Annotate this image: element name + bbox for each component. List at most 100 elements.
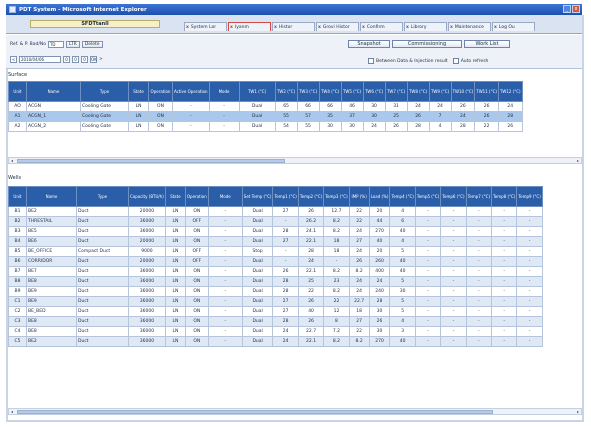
lower-hscrollbar[interactable]: ◂ ▸ [8,408,582,415]
column-header[interactable]: Set Temp (°C) [241,186,274,207]
column-header[interactable]: Type [80,81,129,102]
column-header[interactable]: Temp9 (°C) [516,186,543,207]
column-header[interactable]: Capacity (BTU/h) [128,186,166,207]
tab-close-icon[interactable]: x [230,25,233,30]
column-header[interactable]: TW5 (°C) [340,81,364,102]
column-header[interactable]: TW6 (°C) [362,81,386,102]
column-header[interactable]: TW7 (°C) [384,81,408,102]
table-row[interactable]: C4 BE8 Duct 36000 LN ON - Dual 24 22.7 7.2 22 30 3- - -… [8,326,543,337]
date-spin-1[interactable]: 0 [63,56,70,63]
column-header[interactable]: Active Operation [172,81,210,102]
commissioning-button[interactable]: Commissioning [392,40,462,48]
column-header[interactable]: Type [76,186,129,207]
tab-item[interactable]: x System Lor [184,22,227,31]
column-header[interactable]: Temp4 (°C) [389,186,416,207]
auto-refresh-checkbox[interactable] [452,58,459,64]
column-header[interactable]: Temp7 (°C) [465,186,493,207]
tab-item[interactable]: x Log Ou [492,22,535,31]
tab-close-icon[interactable]: x [186,25,189,30]
tab-close-icon[interactable]: x [450,25,453,30]
column-header[interactable]: State [164,186,186,207]
tab-item[interactable]: x Confirm [360,22,403,31]
column-header[interactable]: Operation [148,81,173,102]
column-header[interactable]: IMP (%) [348,186,370,207]
column-header[interactable]: TW2 (°C) [274,81,298,102]
column-header[interactable]: Mode [208,81,240,102]
column-header[interactable]: State [128,81,149,102]
table-row[interactable]: C3 BE8 Duct 36000 LN ON - Dual 28 26 8 27 26 4- - - - - [8,316,543,327]
tab-close-icon[interactable]: x [362,25,365,30]
column-header[interactable]: Temp5 (°C) [414,186,442,207]
column-header[interactable]: Unit [8,81,27,102]
delete-button[interactable]: Delete [81,41,103,48]
table-row[interactable]: B3 BE5 Duct 36000 LN ON - Dual 28 24.1 8.2 24 270 40-… [8,226,543,237]
column-header[interactable]: TW12 (°C) [497,81,523,102]
table-row[interactable]: A2 ACGN_2 Cooling Gate LN ON - - Dual 54 55 30 30 24… [8,121,523,132]
date-spin-3[interactable]: 0 [81,56,88,63]
tab-item[interactable]: x Grovi Histor [316,22,359,31]
column-header[interactable]: Temp1 (°C) [272,186,299,207]
next-icon[interactable]: > [99,57,103,62]
upper-hscrollbar[interactable]: ◂ ▸ [8,157,582,164]
scroll-thumb[interactable] [17,159,285,163]
table-row[interactable]: B4 BE6 Duct 20000 LN ON - Dual 27 22.1 18 27 40 4- - - -… [8,236,543,247]
table-row[interactable]: C5 BE2 Duct 36000 LN ON - Dual 24 22.1 8.2 8.2 270 40… [8,336,543,347]
table-cell: 3 [389,326,416,337]
table-row[interactable]: B8 BE8 Duct 36000 LN ON - Dual 28 25 23 24 24 5- - - - - [8,276,543,287]
column-header[interactable]: TW8 (°C) [406,81,430,102]
tab-item[interactable]: x Maintenance [448,22,491,31]
prev-icon[interactable]: < [10,56,17,63]
tab-close-icon[interactable]: x [406,25,409,30]
tab-close-icon[interactable]: x [274,25,277,30]
table-row[interactable]: A1 ACGN_1 Cooling Gate LN ON - - Dual 55 57 35 37 30… [8,111,523,122]
column-header[interactable]: TW10 (°C) [450,81,476,102]
column-header[interactable]: Temp8 (°C) [490,186,518,207]
column-header[interactable]: Temp6 (°C) [440,186,467,207]
ltr-button[interactable]: LTR [65,41,80,48]
date-spin-2[interactable]: 0 [72,56,79,63]
date-field[interactable]: 2010/04/06 [19,56,61,63]
tab-close-icon[interactable]: x [318,25,321,30]
scroll-right-icon[interactable]: ▸ [575,158,581,163]
table-row[interactable]: C2 BE_BED Duct 36000 LN ON - Dual 27 40 12 18 30 5- - -… [8,306,543,317]
date-ok-button[interactable]: OK [90,56,97,63]
table-row[interactable]: B5 BE_OFFICE Compact Duct 9000 LN OFF - Stop -28… [8,246,543,257]
tab-item[interactable]: x Histor [272,22,315,31]
table-row[interactable]: AO ACGN Cooling Gate LN ON - - Dual 65 66 66 46 30 31… [8,101,523,112]
column-header[interactable]: TW11 (°C) [474,81,499,102]
tab-item[interactable]: x Iyanm [228,22,271,31]
column-header[interactable]: TW1 (°C) [238,81,276,102]
column-header[interactable]: TW9 (°C) [428,81,452,102]
snapshot-button[interactable]: Snapshot [348,40,390,48]
table-row[interactable]: B1 BE2 Duct 20000 LN ON - Dual 27 26 12.7 22 20 4- - - -… [8,206,543,217]
table-cell: C3 [8,316,27,327]
ref-select[interactable]: TD [47,41,64,48]
work-list-button[interactable]: Work List [464,40,510,48]
column-header[interactable]: Name [26,81,81,102]
table-row[interactable]: C1 BE9 Duct 36000 LN ON - Dual 27 26 22 22.7 28 5- - - -… [8,296,543,307]
column-header[interactable]: Unit [8,186,27,207]
table-row[interactable]: B6 CORRIDOR Duct 20000 LN OFF - Dual -24-26 260 40… [8,256,543,267]
scroll-thumb[interactable] [17,410,493,414]
column-header[interactable]: Name [26,186,77,207]
column-header[interactable]: Temp3 (°C) [323,186,350,207]
scroll-left-icon[interactable]: ◂ [9,409,15,414]
tab-active[interactable]: SFDTtanll [30,20,160,28]
column-header[interactable]: Load (%) [368,186,391,207]
column-header[interactable]: TW4 (°C) [318,81,342,102]
column-header[interactable]: Temp2 (°C) [297,186,325,207]
column-header[interactable]: TW3 (°C) [296,81,320,102]
tab-close-icon[interactable]: x [494,25,497,30]
column-header[interactable]: Mode [207,186,243,207]
scroll-right-icon[interactable]: ▸ [575,409,581,414]
table-row[interactable]: B9 BE9 Duct 36000 LN ON - Dual 28 22 8.2 24 240 30- - -… [8,286,543,297]
table-row[interactable]: B2 THRESTAIL Duct 36000 LN OFF - Dual -26.2 8.2 22… [8,216,543,227]
between-data-checkbox[interactable] [368,58,374,64]
scroll-left-icon[interactable]: ◂ [9,158,15,163]
close-button[interactable]: x [572,5,580,13]
table-row[interactable]: B7 BE7 Duct 36000 LN ON - Dual 26 22.1 8.2 8.2 400 40… [8,266,543,277]
table-cell: 26 [474,101,499,112]
minimize-button[interactable]: _ [563,5,571,13]
column-header[interactable]: Operation [184,186,209,207]
tab-item[interactable]: x Librory [404,22,447,31]
